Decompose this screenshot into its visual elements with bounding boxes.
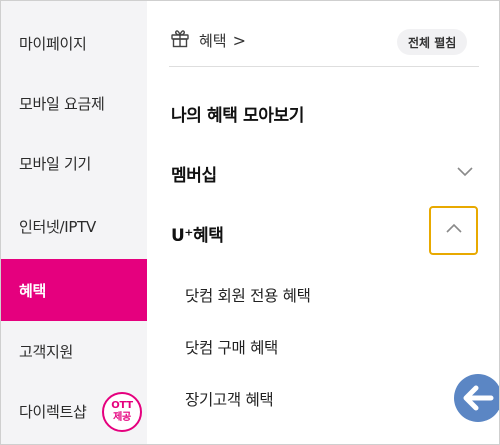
sidebar-item-label: 인터넷/IPTV	[19, 217, 96, 236]
sidebar-item-label: 모바일 요금제	[19, 94, 105, 113]
sidebar-item-mobile-device[interactable]: 모바일 기기	[1, 133, 147, 193]
menu-item-membership[interactable]: 멤버십	[171, 161, 217, 186]
collapse-toggle-button[interactable]	[429, 206, 478, 255]
menu-item-my-benefits[interactable]: 나의 혜택 모아보기	[171, 101, 304, 126]
chevron-up-icon	[445, 221, 463, 240]
sidebar-item-label: 혜택	[19, 281, 47, 300]
sidebar-item-label: 다이렉트샵	[19, 402, 87, 421]
sidebar-item-mobile-plan[interactable]: 모바일 요금제	[1, 73, 147, 133]
ott-badge-line1: OTT	[111, 400, 133, 411]
submenu-item-member-only[interactable]: 닷컴 회원 전용 혜택	[185, 284, 311, 306]
submenu-item-long-term[interactable]: 장기고객 혜택	[185, 388, 274, 410]
main-panel: 혜택 > 전체 펼침 나의 혜택 모아보기 멤버십 U⁺혜택 닷컴 회원 전용 …	[147, 1, 499, 444]
breadcrumb[interactable]: 혜택 >	[169, 27, 246, 53]
sidebar-item-internet-iptv[interactable]: 인터넷/IPTV	[1, 196, 147, 256]
expand-all-button[interactable]: 전체 펼침	[397, 29, 468, 55]
chevron-right-icon: >	[232, 30, 247, 50]
app-frame: 마이페이지 모바일 요금제 모바일 기기 인터넷/IPTV 혜택 고객지원 다이…	[0, 0, 500, 445]
ott-badge: OTT 제공	[102, 392, 142, 432]
sidebar-item-label: 고객지원	[19, 342, 74, 361]
gift-icon	[169, 27, 199, 53]
sidebar-item-benefits[interactable]: 혜택	[1, 259, 147, 321]
menu-item-uplus-benefits[interactable]: U⁺혜택	[171, 221, 224, 246]
submenu-item-purchase[interactable]: 닷컴 구매 혜택	[185, 336, 278, 358]
sidebar-item-customer-support[interactable]: 고객지원	[1, 321, 147, 381]
sidebar-item-label: 모바일 기기	[19, 154, 91, 173]
ott-badge-line2: 제공	[113, 412, 131, 423]
sidebar-item-label: 마이페이지	[19, 34, 87, 53]
breadcrumb-label: 혜택	[199, 31, 227, 50]
header-divider	[169, 66, 479, 67]
left-arrow-icon	[454, 374, 499, 422]
sidebar-item-direct-shop[interactable]: 다이렉트샵 OTT 제공	[1, 381, 147, 441]
sidebar: 마이페이지 모바일 요금제 모바일 기기 인터넷/IPTV 혜택 고객지원 다이…	[1, 1, 147, 444]
sidebar-item-mypage[interactable]: 마이페이지	[1, 13, 147, 73]
